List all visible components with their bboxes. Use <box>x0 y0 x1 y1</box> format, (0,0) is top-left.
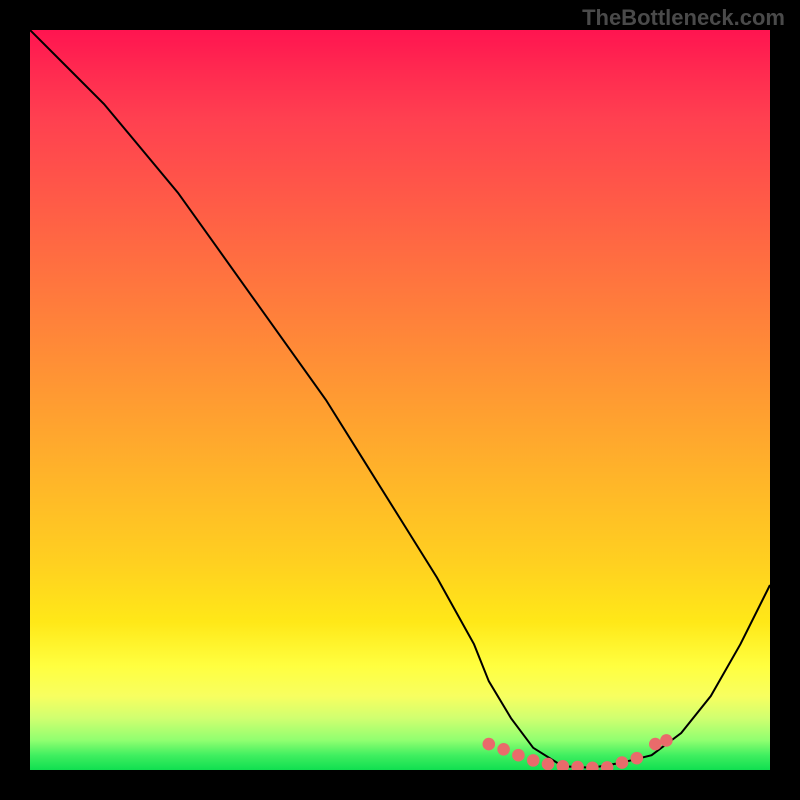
marker-dot <box>649 738 662 751</box>
marker-dot <box>483 738 496 751</box>
marker-dot <box>527 754 540 767</box>
marker-dot <box>571 761 584 770</box>
bottleneck-curve-line <box>30 30 770 768</box>
marker-dot <box>631 752 644 765</box>
highlight-markers <box>483 734 673 770</box>
marker-dot <box>557 760 570 770</box>
marker-dot <box>512 749 525 762</box>
chart-container: TheBottleneck.com <box>0 0 800 800</box>
chart-svg <box>30 30 770 770</box>
marker-dot <box>660 734 673 747</box>
marker-dot <box>497 743 510 756</box>
plot-area <box>30 30 770 770</box>
marker-dot <box>586 761 599 770</box>
watermark-text: TheBottleneck.com <box>582 5 785 31</box>
marker-dot <box>601 761 614 770</box>
marker-dot <box>542 758 555 770</box>
marker-dot <box>616 756 629 769</box>
